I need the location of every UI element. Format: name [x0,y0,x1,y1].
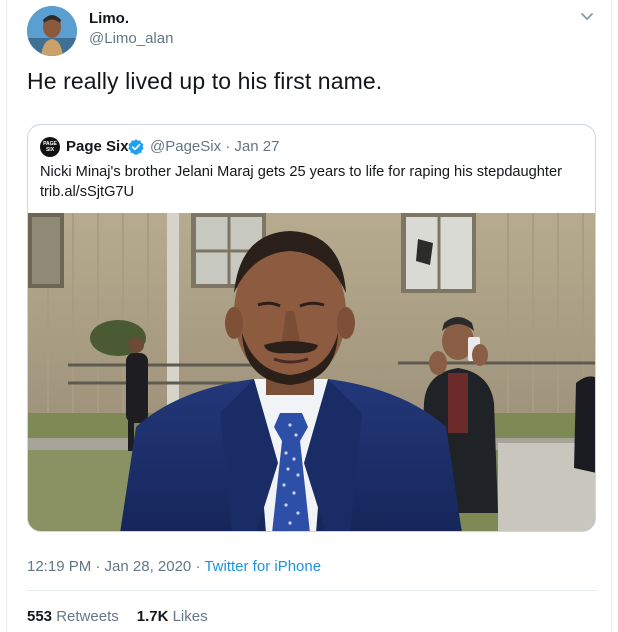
tweet-metadata: 12:19 PM · Jan 28, 2020 · Twitter for iP… [27,558,321,575]
tweet-source[interactable]: Twitter for iPhone [204,558,321,575]
avatar-image [27,6,77,56]
quoted-tweet-body: Nicki Minaj's brother Jelani Maraj gets … [40,164,562,180]
author-name[interactable]: Limo. [89,10,129,27]
author-handle[interactable]: @Limo_alan [89,30,173,47]
retweets-stat[interactable]: 553 Retweets [27,608,119,625]
likes-stat[interactable]: 1.7K Likes [137,608,208,625]
quoted-tweet-link[interactable]: trib.al/sSjtG7U [40,182,588,202]
retweets-count: 553 [27,608,53,625]
meta-separator: · [191,558,205,575]
author-avatar[interactable] [27,6,77,56]
chevron-down-icon[interactable] [578,10,596,24]
likes-label: Likes [172,608,208,625]
quoted-tweet[interactable]: PAGE SIX Page Six @PageSix · Jan 27 Nick… [27,124,596,532]
photo-illustration [28,213,595,531]
quoted-tweet-photo[interactable] [28,213,595,531]
page-six-logo: PAGE SIX [40,137,60,157]
quoted-author-name[interactable]: Page Six [66,138,129,155]
left-border [6,0,7,632]
quoted-tweet-text: Nicki Minaj's brother Jelani Maraj gets … [40,162,588,202]
tweet-text: He really lived up to his first name. [27,68,383,94]
tweet-timestamp[interactable]: 12:19 PM · Jan 28, 2020 [27,558,191,575]
tweet-card: Limo. @Limo_alan He really lived up to h… [0,0,618,632]
tweet-stats: 553 Retweets 1.7K Likes [27,608,208,625]
stats-divider [27,590,597,591]
verified-badge-icon [127,138,145,156]
likes-count: 1.7K [136,608,169,625]
right-border [611,0,612,632]
retweets-label: Retweets [56,608,119,625]
quoted-author-handle[interactable]: @PageSix · Jan 27 [150,138,279,155]
logo-text: PAGE SIX [43,141,57,153]
